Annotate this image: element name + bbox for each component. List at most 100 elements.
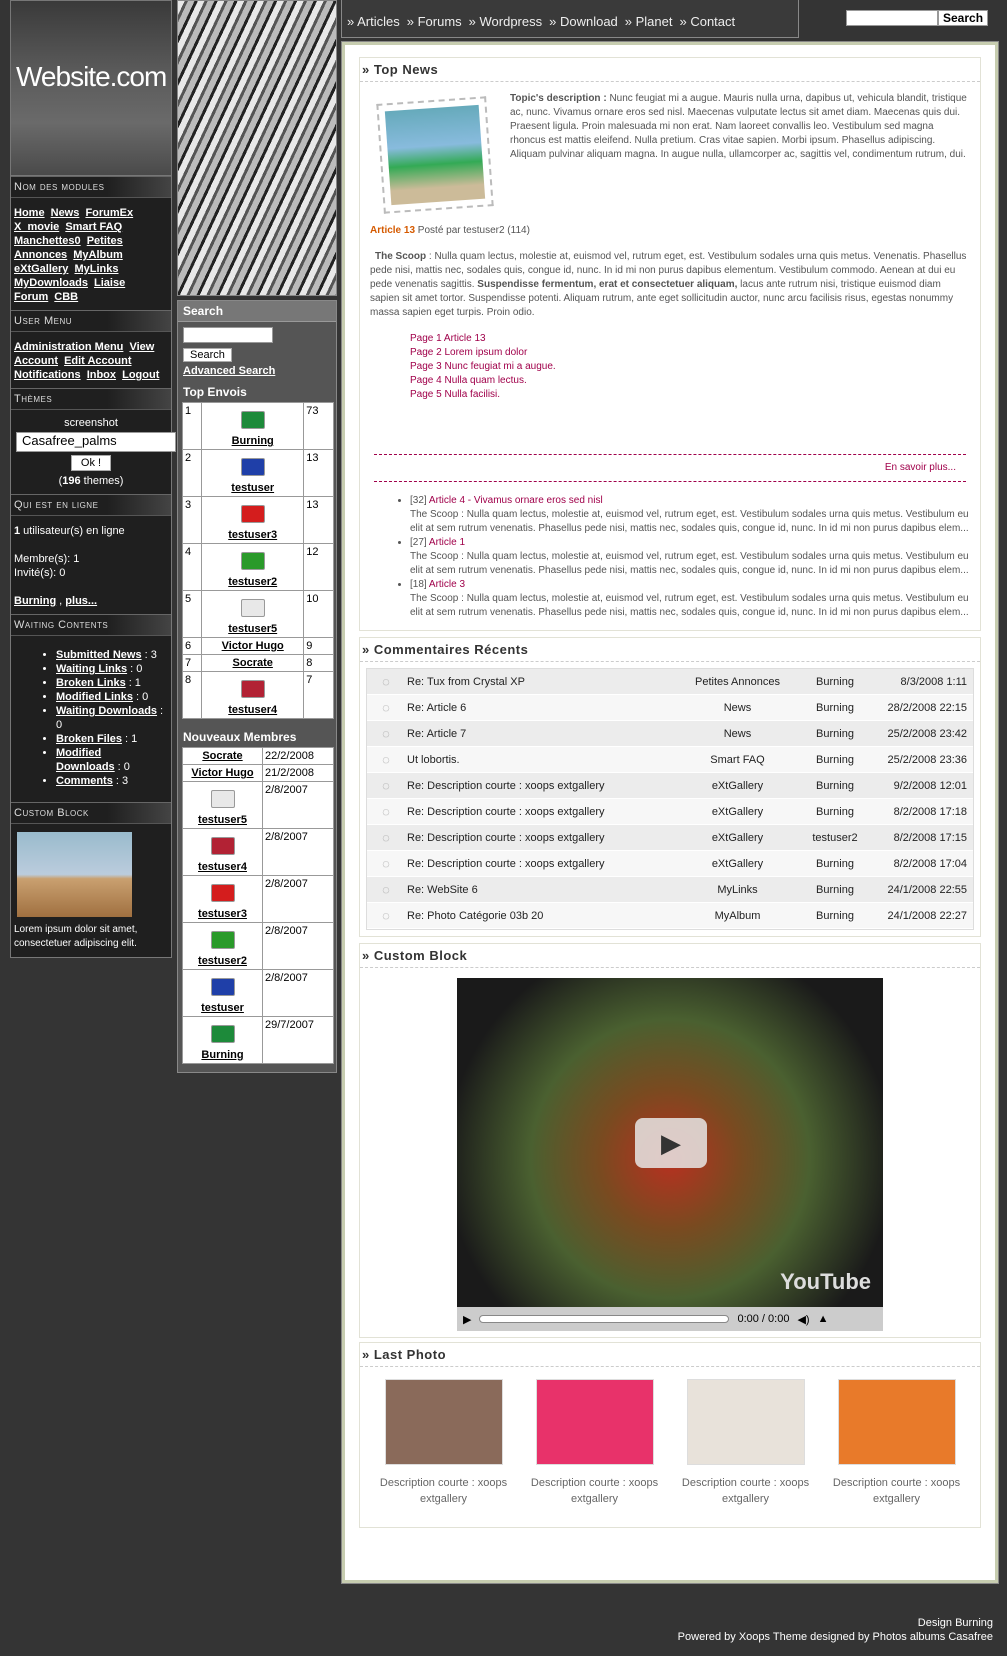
comment-user[interactable]: Burning	[800, 780, 870, 792]
waiting-link[interactable]: Submitted News	[56, 649, 142, 661]
volume-icon[interactable]: ◀)	[797, 1313, 809, 1326]
waiting-link[interactable]: Waiting Links	[56, 663, 127, 675]
usermenu-link[interactable]: Administration Menu	[14, 341, 123, 353]
member-name-cell[interactable]: Burning	[182, 1016, 263, 1064]
page-link[interactable]: Page 2 Lorem ipsum dolor	[410, 346, 970, 360]
advanced-search-link[interactable]: Advanced Search	[183, 365, 275, 377]
search-button[interactable]: Search	[183, 348, 232, 362]
member-name[interactable]: testuser4	[198, 861, 247, 873]
comment-user[interactable]: Burning	[800, 754, 870, 766]
page-link[interactable]: Page 5 Nulla facilisi.	[410, 388, 970, 402]
comment-user[interactable]: Burning	[800, 676, 870, 688]
comment-row[interactable]: ◌ Re: WebSite 6 MyLinks Burning 24/1/2008 22…	[367, 877, 973, 903]
comment-title[interactable]: Ut lobortis.	[405, 754, 675, 766]
poster-name[interactable]: Socrate	[233, 657, 273, 669]
video-progress[interactable]	[479, 1315, 730, 1323]
waiting-link[interactable]: Waiting Downloads	[56, 705, 157, 717]
comment-row[interactable]: ◌ Re: Description courte : xoops extgalle…	[367, 825, 973, 851]
member-name[interactable]: testuser	[201, 1002, 244, 1014]
photo-thumbnail[interactable]	[686, 1379, 805, 1465]
module-link[interactable]: Home	[14, 207, 45, 219]
comment-title[interactable]: Re: Article 6	[405, 702, 675, 714]
comment-row[interactable]: ◌ Re: Article 6 News Burning 28/2/2008 22:15	[367, 695, 973, 721]
comment-row[interactable]: ◌ Re: Description courte : xoops extgalle…	[367, 773, 973, 799]
comment-title[interactable]: Re: Tux from Crystal XP	[405, 676, 675, 688]
poster-name[interactable]: testuser	[231, 482, 274, 494]
comment-user[interactable]: testuser2	[800, 832, 870, 844]
page-link[interactable]: Page 3 Nunc feugiat mi a augue.	[410, 360, 970, 374]
module-link[interactable]: eXtGallery	[14, 263, 68, 275]
photo-thumbnail[interactable]	[384, 1379, 503, 1465]
online-more-link[interactable]: plus...	[65, 595, 97, 607]
poster-name-cell[interactable]: testuser5	[201, 590, 305, 638]
nav-articles[interactable]: » Articles	[344, 0, 402, 29]
video-player[interactable]: ▶ YouTube ▶ 0:00 / 0:00 ◀) ▲	[457, 978, 883, 1331]
news-item-link[interactable]: Article 3	[429, 579, 465, 590]
waiting-link[interactable]: Comments	[56, 775, 113, 787]
comment-title[interactable]: Re: Description courte : xoops extgaller…	[405, 832, 675, 844]
member-name[interactable]: Socrate	[202, 750, 242, 762]
expand-icon[interactable]: ▲	[818, 1313, 829, 1325]
comment-row[interactable]: ◌ Re: Photo Catégorie 03b 20 MyAlbum Burnin…	[367, 903, 973, 929]
member-name-cell[interactable]: testuser	[182, 969, 263, 1017]
member-name-cell[interactable]: Victor Hugo	[182, 764, 263, 782]
module-link[interactable]: MyDownloads	[14, 277, 88, 289]
comment-user[interactable]: Burning	[800, 702, 870, 714]
search-input[interactable]	[183, 327, 273, 343]
play-button-icon[interactable]: ▶	[463, 1313, 471, 1326]
usermenu-link[interactable]: Logout	[122, 369, 159, 381]
comment-row[interactable]: ◌ Re: Description courte : xoops extgalle…	[367, 851, 973, 877]
nav-download[interactable]: » Download	[546, 0, 620, 29]
member-name-cell[interactable]: testuser3	[182, 875, 263, 923]
comment-row[interactable]: ◌ Re: Tux from Crystal XP Petites Annonces…	[367, 669, 973, 695]
member-name-cell[interactable]: testuser2	[182, 922, 263, 970]
comment-title[interactable]: Re: Description courte : xoops extgaller…	[405, 858, 675, 870]
member-name-cell[interactable]: testuser4	[182, 828, 263, 876]
read-more-link[interactable]: En savoir plus...	[370, 455, 970, 481]
photo-thumbnail[interactable]	[535, 1379, 654, 1465]
comment-user[interactable]: Burning	[800, 728, 870, 740]
nav-wordpress[interactable]: » Wordpress	[466, 0, 544, 29]
article-link[interactable]: Article 13	[370, 225, 415, 236]
module-link[interactable]: News	[51, 207, 80, 219]
comment-user[interactable]: Burning	[800, 910, 870, 922]
page-link[interactable]: Page 1 Article 13	[410, 332, 970, 346]
photo-thumbnail[interactable]	[837, 1379, 956, 1465]
poster-name[interactable]: Victor Hugo	[222, 640, 284, 652]
member-name-cell[interactable]: testuser5	[182, 781, 263, 829]
module-link[interactable]: Forum	[14, 291, 48, 303]
poster-name-cell[interactable]: Burning	[201, 402, 305, 450]
poster-name-cell[interactable]: testuser4	[201, 671, 305, 719]
news-item-link[interactable]: Article 1	[429, 537, 465, 548]
usermenu-link[interactable]: Inbox	[87, 369, 116, 381]
comment-user[interactable]: Burning	[800, 806, 870, 818]
waiting-link[interactable]: Broken Links	[56, 677, 126, 689]
usermenu-link[interactable]: Notifications	[14, 369, 81, 381]
module-link[interactable]: ForumEx	[85, 207, 133, 219]
module-link[interactable]: Manchettes0	[14, 235, 81, 247]
online-user-link[interactable]: Burning	[14, 595, 56, 607]
waiting-link[interactable]: Modified Downloads	[56, 747, 115, 773]
member-name[interactable]: Victor Hugo	[191, 767, 253, 779]
comment-row[interactable]: ◌ Re: Article 7 News Burning 25/2/2008 23:42	[367, 721, 973, 747]
page-link[interactable]: Page 4 Nulla quam lectus.	[410, 374, 970, 388]
top-search-input[interactable]	[846, 10, 938, 26]
photo-item[interactable]: Description courte : xoops extgallery	[379, 1379, 509, 1507]
poster-name-cell[interactable]: testuser3	[201, 496, 305, 544]
poster-name[interactable]: testuser3	[228, 529, 277, 541]
comment-user[interactable]: Burning	[800, 884, 870, 896]
module-link[interactable]: Liaise	[94, 277, 125, 289]
nav-contact[interactable]: » Contact	[676, 0, 737, 29]
nav-forums[interactable]: » Forums	[404, 0, 464, 29]
poster-name[interactable]: testuser4	[228, 704, 277, 716]
poster-name[interactable]: testuser5	[228, 623, 277, 635]
member-name[interactable]: Burning	[201, 1049, 243, 1061]
module-link[interactable]: MyLinks	[74, 263, 118, 275]
module-link[interactable]: X_movie	[14, 221, 59, 233]
nav-planet[interactable]: » Planet	[622, 0, 675, 29]
usermenu-link[interactable]: Edit Account	[64, 355, 131, 367]
poster-name[interactable]: testuser2	[228, 576, 277, 588]
member-name[interactable]: testuser5	[198, 814, 247, 826]
news-item-link[interactable]: Article 4 - Vivamus ornare eros sed nisl	[429, 495, 603, 506]
waiting-link[interactable]: Broken Files	[56, 733, 122, 745]
